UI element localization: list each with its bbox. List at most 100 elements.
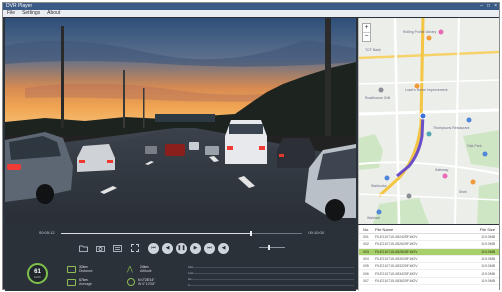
menu-bar: File Settings About: [3, 10, 499, 17]
map-label: Shell: [459, 190, 467, 194]
window-controls: – □ ×: [480, 3, 497, 10]
folder-icon[interactable]: [78, 243, 89, 253]
map-zoom-control: + −: [362, 23, 371, 42]
map-label: Safeway: [435, 168, 449, 172]
file-row[interactable]: 002 FILE210715-082625F.MOV 119.0MB: [359, 241, 499, 249]
current-time: 00:05:12: [39, 230, 55, 235]
stat-label: Altitude: [140, 269, 152, 273]
file-size: 119.0MB: [481, 235, 495, 240]
file-no: 001: [363, 235, 369, 240]
transport-controls: ⏮ ◀ ❚❚ ▶ ⏭ ◀: [148, 242, 229, 254]
mountain-icon: ⋀: [127, 265, 133, 273]
map-label: TCF Bank: [365, 48, 381, 52]
previous-icon[interactable]: ⏮: [148, 242, 159, 254]
file-name: FILE210715-082625F.MOV: [375, 242, 418, 247]
map-label: Oak Park: [467, 144, 482, 148]
map-label: Starbucks: [371, 184, 387, 188]
file-name: FILE210715-083425F.MOV: [375, 271, 418, 276]
file-size: 119.0MB: [481, 278, 495, 283]
export-icon[interactable]: [112, 243, 123, 253]
title-bar: DVR Player – □ ×: [3, 3, 499, 10]
file-list-header: No. File Name File Size: [359, 225, 499, 234]
seek-row: 00:05:12 00:10:00: [39, 229, 324, 237]
volume-icon[interactable]: ◀: [218, 242, 229, 254]
rewind-icon[interactable]: ◀: [162, 242, 173, 254]
video-viewport[interactable]: [5, 18, 356, 224]
zoom-out-button[interactable]: −: [363, 32, 370, 41]
file-row[interactable]: 007 FILE210715-083625F.MOV 119.0MB: [359, 278, 499, 286]
stat-altitude: ⋀ 24km Altitude: [127, 265, 152, 273]
graph-gridline: [188, 267, 354, 268]
map-label: Lowe's Home Improvement: [405, 88, 448, 92]
header-no[interactable]: No.: [363, 227, 375, 232]
seek-bar[interactable]: [61, 230, 302, 236]
file-no: 005: [363, 264, 369, 269]
menu-settings[interactable]: Settings: [22, 10, 40, 17]
stat-average: 67km Average: [67, 278, 92, 286]
stat-coordinates: N 0°28'14" W 0°12'08": [127, 278, 155, 286]
file-row[interactable]: 006 FILE210715-083425F.MOV 119.0MB: [359, 270, 499, 278]
graph-gridline: [188, 273, 354, 274]
speed-gauge: 61 km/h: [27, 263, 48, 284]
file-size: 119.0MB: [481, 271, 495, 276]
fast-forward-icon[interactable]: ▶: [190, 242, 201, 254]
gps-icon: [127, 278, 135, 286]
file-size: 119.0MB: [481, 257, 495, 262]
file-size: 119.0MB: [481, 242, 495, 247]
file-no: 004: [363, 257, 369, 262]
stat-label: Average: [79, 282, 92, 286]
header-file-name[interactable]: File Name: [375, 227, 463, 232]
speed-unit: km/h: [34, 274, 41, 279]
pause-icon[interactable]: ❚❚: [176, 242, 187, 254]
file-row[interactable]: 005 FILE210715-083225F.MOV 119.0MB: [359, 263, 499, 271]
file-row[interactable]: 003 FILE210715-082825F.MOV 119.0MB: [359, 248, 499, 256]
volume-slider[interactable]: [259, 245, 285, 250]
zoom-in-button[interactable]: +: [363, 24, 370, 32]
file-list: No. File Name File Size 001 FILE210715-08…: [358, 225, 499, 291]
maximize-button[interactable]: □: [487, 3, 490, 10]
next-icon[interactable]: ⏭: [204, 242, 215, 254]
window-title: DVR Player: [6, 3, 33, 9]
file-no: 002: [363, 242, 369, 247]
dashcam-video-frame: [5, 18, 356, 224]
file-row[interactable]: 001 FILE210715-082425F.MOV 119.0MB: [359, 234, 499, 242]
seek-progress: [61, 232, 252, 234]
header-file-size[interactable]: File Size: [463, 227, 495, 232]
graph-gridline: [188, 279, 354, 280]
file-name: FILE210715-082825F.MOV: [375, 249, 418, 254]
fullscreen-icon[interactable]: [129, 243, 140, 253]
toolbar: ⏮ ◀ ❚❚ ▶ ⏭ ◀: [78, 242, 229, 254]
close-button[interactable]: ×: [494, 3, 497, 10]
file-no: 003: [363, 249, 369, 254]
file-name: FILE210715-083225F.MOV: [375, 264, 418, 269]
camera-icon[interactable]: [95, 243, 106, 253]
file-row[interactable]: 004 FILE210715-083025F.MOV 119.0MB: [359, 256, 499, 264]
graph-tick: 120: [188, 271, 194, 275]
menu-file[interactable]: File: [7, 10, 15, 17]
file-size: 119.0MB: [481, 264, 495, 269]
menu-about[interactable]: About: [47, 10, 60, 17]
map-label: Thompsons Restaurant: [433, 126, 470, 130]
volume-thumb[interactable]: [268, 245, 271, 250]
stat-distance: 32km Distance: [67, 265, 93, 273]
minimize-button[interactable]: –: [480, 3, 483, 10]
sensor-graph: 180 120 60 0: [188, 265, 354, 289]
speed-icon: [67, 278, 76, 286]
file-name: FILE210715-083625F.MOV: [375, 278, 418, 283]
file-no: 007: [363, 278, 369, 283]
seek-thumb[interactable]: [250, 230, 253, 236]
map-label: Walmart: [367, 216, 380, 220]
graph-gridline: [188, 285, 354, 286]
file-name: FILE210715-083025F.MOV: [375, 257, 418, 262]
graph-tick: 180: [188, 265, 194, 269]
map-label: Roadhouse Grill: [365, 96, 391, 100]
graph-tick: 0: [188, 283, 190, 287]
file-no: 006: [363, 271, 369, 276]
total-time: 00:10:00: [308, 230, 324, 235]
dashcam-player-window: DVR Player – □ × File Settings About + −…: [2, 2, 500, 291]
gps-map[interactable]: + − Rolling Pointe Library TCF Bank Lowe…: [358, 18, 499, 224]
playback-controls: 00:05:12 00:10:00 ⏮ ◀ ❚❚ ▶ ⏭ ◀ 61 km/h 3…: [5, 225, 356, 291]
file-name: FILE210715-082425F.MOV: [375, 235, 418, 240]
odometer-icon: [67, 265, 76, 273]
stat-label: Distance: [79, 269, 93, 273]
